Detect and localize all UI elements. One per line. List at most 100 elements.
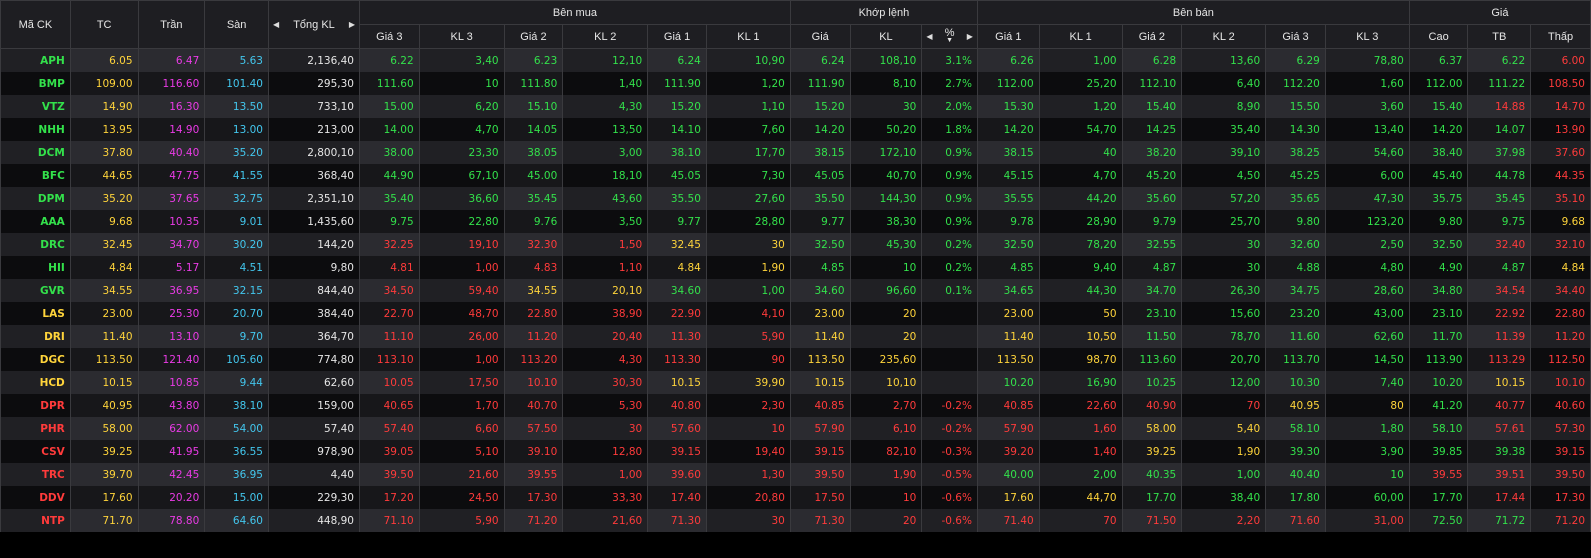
col-buy-5[interactable]: KL 1 — [705, 24, 791, 49]
stat-cell-0: 9.80 — [1408, 210, 1469, 233]
col-sell-0[interactable]: Giá 1 — [976, 24, 1040, 49]
table-row[interactable]: LAS 23.00 25.30 20.70 384,40 22.70 48,70 22.80 3… — [0, 302, 1591, 325]
symbol-cell: DRC — [0, 233, 71, 256]
stat-cell-0: 39.55 — [1408, 463, 1469, 486]
match-cell-2: -0.5% — [921, 463, 978, 486]
col-buy-3[interactable]: KL 2 — [562, 24, 649, 49]
bid-cell-1: 10 — [418, 72, 505, 95]
caret-left-icon[interactable]: ◀ — [273, 20, 279, 29]
bid-cell-5: 1,30 — [705, 463, 791, 486]
ref-price-cell: 10.15 — [69, 371, 139, 394]
table-row[interactable]: AAA 9.68 10.35 9.01 1,435,60 9.75 22,80 9.76 3,5… — [0, 210, 1591, 233]
ask-cell-3: 30 — [1181, 233, 1267, 256]
bid-cell-5: 10 — [705, 417, 791, 440]
ask-cell-5: 60,00 — [1324, 486, 1410, 509]
table-row[interactable]: NTP 71.70 78.80 64.60 448,90 71.10 5,90 71.20 21… — [0, 509, 1591, 532]
table-row[interactable]: BMP 109.00 116.60 101.40 295,30 111.60 10 111.8… — [0, 72, 1591, 95]
table-row[interactable]: DRI 11.40 13.10 9.70 364,70 11.10 26,00 11.20 20… — [0, 325, 1591, 348]
col-match-percent-label: % — [944, 26, 955, 39]
ask-cell-2: 71.50 — [1121, 509, 1183, 532]
bid-cell-2: 45.00 — [503, 164, 564, 187]
bid-cell-5: 7,60 — [705, 118, 791, 141]
ask-cell-3: 1,90 — [1181, 440, 1267, 463]
col-total-vol[interactable]: ◀ Tổng KL ▶ — [267, 0, 361, 49]
col-symbol[interactable]: Mã CK — [0, 0, 71, 49]
table-row[interactable]: HCD 10.15 10.85 9.44 62,60 10.05 17,50 10.10 30,… — [0, 371, 1591, 394]
bid-cell-1: 67,10 — [418, 164, 505, 187]
stat-cell-0: 34.80 — [1408, 279, 1469, 302]
col-buy-1[interactable]: KL 3 — [418, 24, 505, 49]
col-floor[interactable]: Sàn — [204, 0, 269, 49]
total-vol-cell: 774,80 — [267, 348, 361, 371]
match-cell-0: 113.50 — [789, 348, 851, 371]
col-match-percent[interactable]: ◀% ▼ ▶ — [921, 24, 978, 49]
col-match-price[interactable]: Giá — [789, 24, 851, 49]
bid-cell-1: 1,70 — [418, 394, 505, 417]
table-row[interactable]: DGC 113.50 121.40 105.60 774,80 113.10 1,00 113… — [0, 348, 1591, 371]
table-row[interactable]: DPM 35.20 37.65 32.75 2,351,10 35.40 36,60 35.4… — [0, 187, 1591, 210]
table-row[interactable]: GVR 34.55 36.95 32.15 844,40 34.50 59,40 34.55 2… — [0, 279, 1591, 302]
total-vol-cell: 62,60 — [267, 371, 361, 394]
stat-cell-1: 57.61 — [1467, 417, 1532, 440]
total-vol-cell: 978,90 — [267, 440, 361, 463]
symbol-cell: DRI — [0, 325, 71, 348]
caret-right-icon[interactable]: ▶ — [967, 32, 973, 41]
caret-right-icon[interactable]: ▶ — [349, 20, 355, 29]
table-row[interactable]: APH 6.05 6.47 5.63 2,136,40 6.22 3,40 6.23 12,10… — [0, 48, 1591, 72]
table-row[interactable]: VTZ 14.90 16.30 13.50 733,10 15.00 6,20 15.10 4,… — [0, 95, 1591, 118]
col-ref[interactable]: TC — [69, 0, 139, 49]
match-cell-2: 0.9% — [921, 210, 978, 233]
stat-cell-0: 45.40 — [1408, 164, 1469, 187]
match-cell-2: 0.9% — [921, 187, 978, 210]
col-buy-2[interactable]: Giá 2 — [503, 24, 564, 49]
col-sell-1[interactable]: KL 1 — [1038, 24, 1123, 49]
table-row[interactable]: PHR 58.00 62.00 54.00 57,40 57.40 6,60 57.50 30 5… — [0, 417, 1591, 440]
ref-price-cell: 71.70 — [69, 509, 139, 532]
table-row[interactable]: DPR 40.95 43.80 38.10 159,00 40.65 1,70 40.70 5,… — [0, 394, 1591, 417]
bid-cell-3: 21,60 — [562, 509, 649, 532]
table-row[interactable]: CSV 39.25 41.95 36.55 978,90 39.05 5,10 39.10 12… — [0, 440, 1591, 463]
col-price-2[interactable]: Thấp — [1530, 24, 1591, 49]
caret-left-icon[interactable]: ◀ — [926, 32, 932, 41]
stat-cell-2: 39.50 — [1530, 463, 1591, 486]
table-row[interactable]: BFC 44.65 47.75 41.55 368,40 44.90 67,10 45.00 1… — [0, 164, 1591, 187]
bid-cell-5: 90 — [705, 348, 791, 371]
table-row[interactable]: HII 4.84 5.17 4.51 9,80 4.81 1,00 4.83 1,10 4.84 1… — [0, 256, 1591, 279]
stat-cell-2: 57.30 — [1530, 417, 1591, 440]
ask-cell-0: 15.30 — [976, 95, 1040, 118]
bid-cell-5: 1,20 — [705, 72, 791, 95]
col-ceil[interactable]: Trần — [137, 0, 206, 49]
bid-cell-4: 71.30 — [647, 509, 707, 532]
match-cell-1: 6,10 — [849, 417, 923, 440]
floor-price-cell: 13.00 — [204, 118, 269, 141]
col-price-1[interactable]: TB — [1467, 24, 1532, 49]
total-vol-cell: 213,00 — [267, 118, 361, 141]
stat-cell-2: 40.60 — [1530, 394, 1591, 417]
table-row[interactable]: TRC 39.70 42.45 36.95 4,40 39.50 21,60 39.55 1,0… — [0, 463, 1591, 486]
sort-desc-icon[interactable]: ▼ — [946, 37, 953, 45]
col-buy-0[interactable]: Giá 3 — [359, 24, 420, 49]
match-cell-2 — [921, 325, 978, 348]
ask-cell-4: 4.88 — [1265, 256, 1326, 279]
ask-cell-2: 40.35 — [1121, 463, 1183, 486]
table-row[interactable]: DDV 17.60 20.20 15.00 229,30 17.20 24,50 17.30 3… — [0, 486, 1591, 509]
table-row[interactable]: NHH 13.95 14.90 13.00 213,00 14.00 4,70 14.05 13… — [0, 118, 1591, 141]
table-row[interactable]: DCM 37.80 40.40 35.20 2,800,10 38.00 23,30 38.0… — [0, 141, 1591, 164]
col-sell-4[interactable]: Giá 3 — [1265, 24, 1326, 49]
bid-cell-5: 28,80 — [705, 210, 791, 233]
col-sell-5[interactable]: KL 3 — [1324, 24, 1410, 49]
col-price-0[interactable]: Cao — [1408, 24, 1469, 49]
table-row[interactable]: DRC 32.45 34.70 30.20 144,20 32.25 19,10 32.30 1… — [0, 233, 1591, 256]
ask-cell-1: 25,20 — [1038, 72, 1123, 95]
ask-cell-2: 38.20 — [1121, 141, 1183, 164]
col-match-vol[interactable]: KL — [849, 24, 923, 49]
floor-price-cell: 32.15 — [204, 279, 269, 302]
col-sell-3[interactable]: KL 2 — [1181, 24, 1267, 49]
ask-cell-5: 3,60 — [1324, 95, 1410, 118]
bid-cell-2: 39.55 — [503, 463, 564, 486]
match-cell-1: 10 — [849, 486, 923, 509]
col-sell-2[interactable]: Giá 2 — [1121, 24, 1183, 49]
bid-cell-2: 39.10 — [503, 440, 564, 463]
ask-cell-3: 38,40 — [1181, 486, 1267, 509]
col-buy-4[interactable]: Giá 1 — [647, 24, 707, 49]
